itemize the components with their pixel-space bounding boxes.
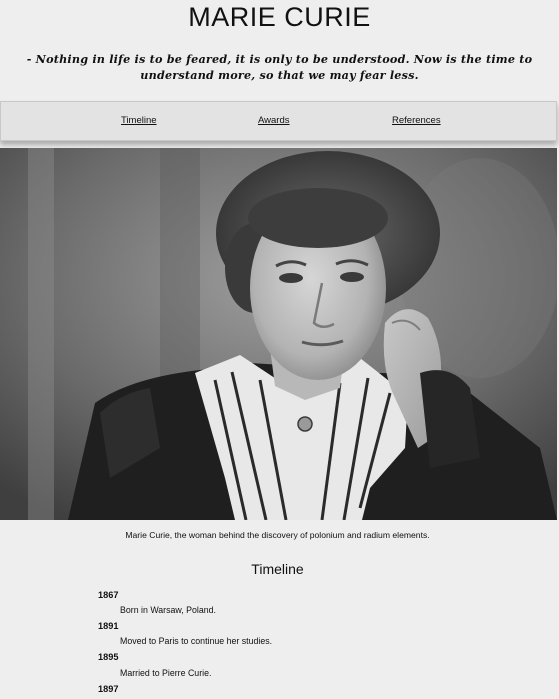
nav-link-timeline[interactable]: Timeline [121,115,157,126]
timeline-year: 1895 [98,652,119,662]
page: MARIE CURIE - Nothing in life is to be f… [0,0,559,699]
nav-link-awards[interactable]: Awards [258,115,290,126]
quote: - Nothing in life is to be feared, it is… [26,52,533,82]
timeline-year: 1891 [98,621,119,631]
timeline-year: 1897 [98,684,119,694]
nav-link-references[interactable]: References [392,115,441,126]
timeline-heading: Timeline [251,561,304,577]
page-title: MARIE CURIE [188,2,371,32]
timeline-event: Married to Pierre Curie. [120,668,212,678]
timeline-event: Moved to Paris to continue her studies. [120,636,273,646]
nav-bar: Timeline Awards References [0,101,557,141]
image-caption: Marie Curie, the woman behind the discov… [125,530,430,540]
portrait-image [0,148,557,520]
timeline-year: 1867 [98,590,119,600]
timeline-event: Born in Warsaw, Poland. [120,605,216,615]
